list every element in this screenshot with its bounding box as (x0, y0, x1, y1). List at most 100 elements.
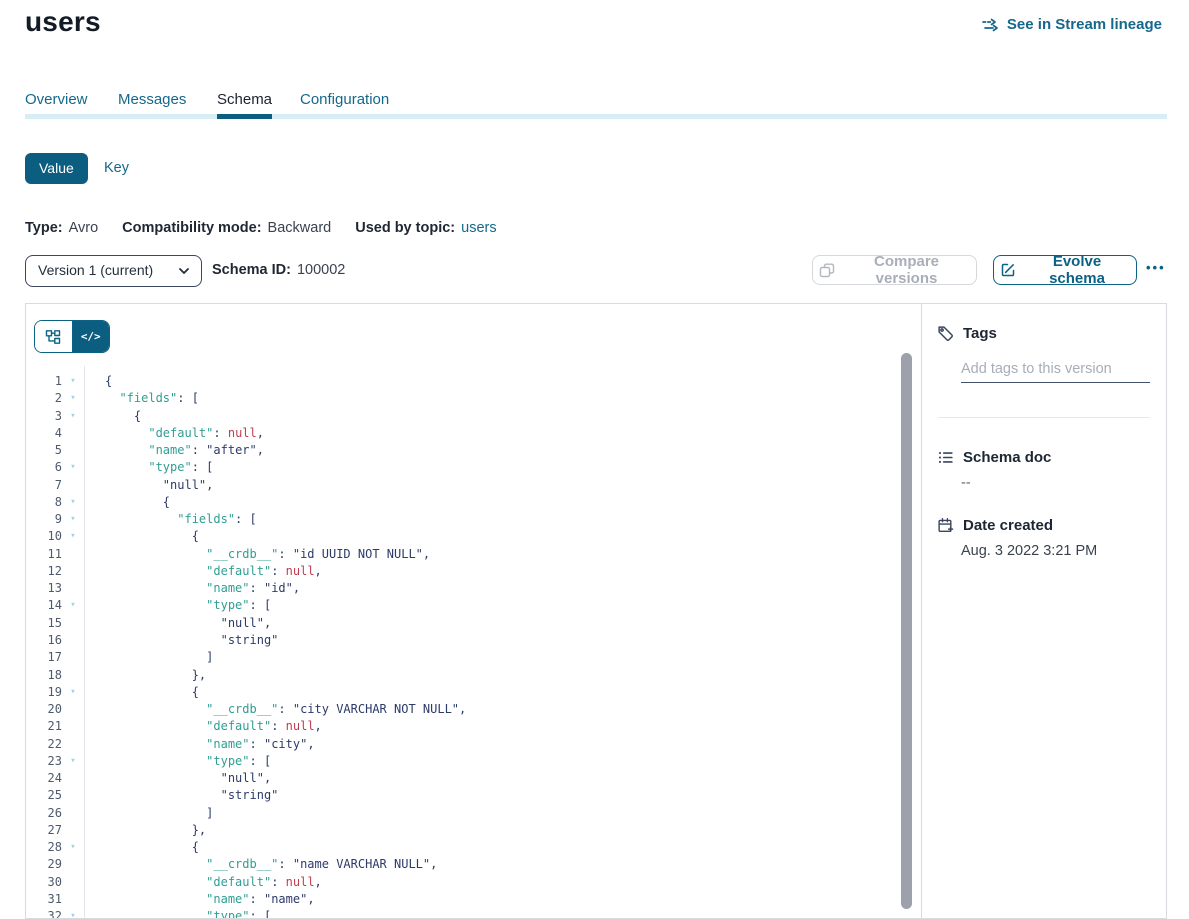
line-number: 23 (26, 753, 62, 770)
fold-spacer (62, 770, 84, 787)
evolve-schema-button[interactable]: Evolve schema (993, 255, 1137, 285)
code-text: "default": null, (84, 874, 322, 891)
tab-underline-track (25, 114, 1167, 119)
code-line: 17 ] (26, 649, 920, 666)
fold-spacer (62, 442, 84, 459)
schema-code-pane[interactable]: </> 1▾{2▾ "fields": [3▾ {4 "default": nu… (26, 304, 920, 918)
see-in-stream-lineage-link[interactable]: See in Stream lineage (982, 16, 1162, 33)
code-line: 24 "null", (26, 770, 920, 787)
tags-input[interactable] (961, 356, 1150, 383)
code-text: "name": "city", (84, 736, 315, 753)
code-text: "null", (84, 615, 271, 632)
line-number: 2 (26, 390, 62, 407)
code-text: "default": null, (84, 425, 264, 442)
line-number: 7 (26, 477, 62, 494)
fold-toggle-icon[interactable]: ▾ (62, 753, 84, 770)
line-number: 20 (26, 701, 62, 718)
fold-toggle-icon[interactable]: ▾ (62, 390, 84, 407)
code-line: 7 "null", (26, 477, 920, 494)
more-options-button[interactable]: ••• (1146, 255, 1166, 285)
page-title: users (25, 6, 101, 38)
code-line: 1▾{ (26, 373, 920, 390)
meta-value: Backward (268, 220, 332, 236)
code-text: "type": [ (84, 753, 271, 770)
fold-toggle-icon[interactable]: ▾ (62, 459, 84, 476)
code-line: 20 "__crdb__": "city VARCHAR NOT NULL", (26, 701, 920, 718)
meta-item: Used by topic: users (355, 220, 496, 236)
code-view-button[interactable]: </> (73, 321, 110, 352)
tree-view-button[interactable] (35, 321, 73, 352)
schema-meta-row: Type:Avro Compatibility mode: Backward Used… (25, 220, 497, 236)
evolve-schema-label: Evolve schema (1024, 253, 1130, 287)
code-line: 31 "name": "name", (26, 891, 920, 908)
meta-item: Type:Avro (25, 220, 98, 236)
fold-spacer (62, 649, 84, 666)
fold-spacer (62, 874, 84, 891)
tab-configuration[interactable]: Configuration (300, 91, 389, 108)
code-text: "name": "id", (84, 580, 300, 597)
version-select-value: Version 1 (current) (38, 262, 153, 278)
fold-toggle-icon[interactable]: ▾ (62, 511, 84, 528)
stream-lineage-icon (982, 17, 1000, 33)
line-number: 4 (26, 425, 62, 442)
tags-section-header: Tags (937, 325, 997, 342)
line-number: 11 (26, 546, 62, 563)
code-line: 21 "default": null, (26, 718, 920, 735)
fold-spacer (62, 701, 84, 718)
schema-panel: </> 1▾{2▾ "fields": [3▾ {4 "default": nu… (25, 303, 1167, 919)
meta-label: Type: (25, 220, 63, 236)
key-toggle-button[interactable]: Key (104, 160, 129, 176)
code-text: "default": null, (84, 718, 322, 735)
active-tab-indicator (217, 114, 272, 119)
tab-messages[interactable]: Messages (118, 91, 186, 108)
code-text: ] (84, 649, 213, 666)
line-number: 32 (26, 908, 62, 919)
meta-label: Used by topic: (355, 220, 455, 236)
code-text: }, (84, 667, 206, 684)
code-line: 11 "__crdb__": "id UUID NOT NULL", (26, 546, 920, 563)
chevron-down-icon (178, 265, 190, 277)
schema-doc-section-header: Schema doc (937, 449, 1051, 466)
code-line: 12 "default": null, (26, 563, 920, 580)
code-text: ] (84, 805, 213, 822)
fold-toggle-icon[interactable]: ▾ (62, 684, 84, 701)
code-editor[interactable]: 1▾{2▾ "fields": [3▾ {4 "default": null,5… (26, 373, 920, 919)
fold-spacer (62, 580, 84, 597)
version-select[interactable]: Version 1 (current) (25, 255, 202, 287)
code-line: 23▾ "type": [ (26, 753, 920, 770)
code-text: "type": [ (84, 459, 213, 476)
code-line: 32▾ "type": [ (26, 908, 920, 919)
line-number: 18 (26, 667, 62, 684)
code-line: 29 "__crdb__": "name VARCHAR NULL", (26, 856, 920, 873)
fold-spacer (62, 667, 84, 684)
code-text: { (84, 528, 199, 545)
fold-toggle-icon[interactable]: ▾ (62, 528, 84, 545)
code-line: 9▾ "fields": [ (26, 511, 920, 528)
code-text: { (84, 684, 199, 701)
line-number: 15 (26, 615, 62, 632)
vertical-scrollbar-thumb[interactable] (901, 353, 912, 909)
code-line: 16 "string" (26, 632, 920, 649)
line-number: 17 (26, 649, 62, 666)
fold-toggle-icon[interactable]: ▾ (62, 494, 84, 511)
code-line: 26 ] (26, 805, 920, 822)
fold-spacer (62, 563, 84, 580)
code-text: "__crdb__": "city VARCHAR NOT NULL", (84, 701, 466, 718)
meta-label: Compatibility mode: (122, 220, 261, 236)
compare-versions-button[interactable]: Compare versions (812, 255, 977, 285)
fold-toggle-icon[interactable]: ▾ (62, 408, 84, 425)
code-text: "string" (84, 787, 278, 804)
tab-overview[interactable]: Overview (25, 91, 88, 108)
meta-value-link[interactable]: users (461, 220, 496, 236)
value-toggle-button[interactable]: Value (25, 153, 88, 184)
fold-toggle-icon[interactable]: ▾ (62, 373, 84, 390)
code-line: 8▾ { (26, 494, 920, 511)
fold-toggle-icon[interactable]: ▾ (62, 908, 84, 919)
line-number: 1 (26, 373, 62, 390)
line-number: 8 (26, 494, 62, 511)
fold-toggle-icon[interactable]: ▾ (62, 597, 84, 614)
tab-schema[interactable]: Schema (217, 91, 272, 108)
fold-toggle-icon[interactable]: ▾ (62, 839, 84, 856)
lineage-link-label: See in Stream lineage (1007, 16, 1162, 33)
code-text: "__crdb__": "name VARCHAR NULL", (84, 856, 437, 873)
